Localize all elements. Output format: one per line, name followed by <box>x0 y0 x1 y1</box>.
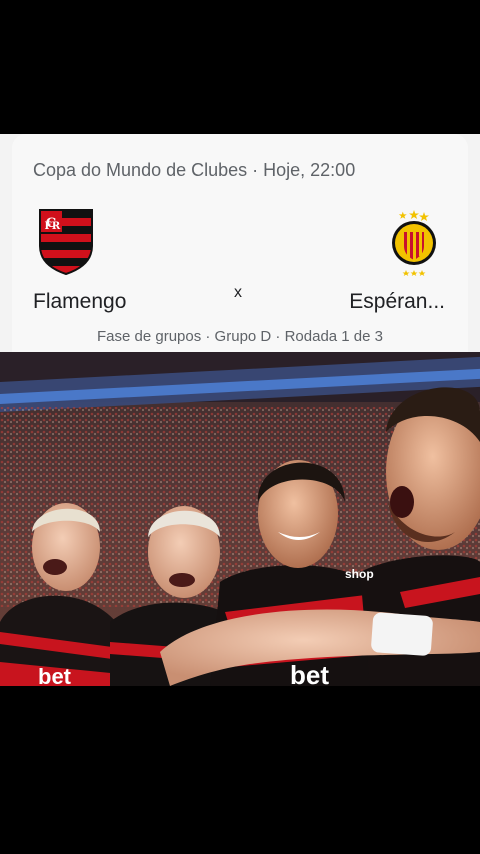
esperance-crest-icon <box>392 210 436 276</box>
jersey-maker-text: shop <box>345 567 374 581</box>
match-card-panel: Copa do Mundo de Clubes · Hoje, 22:00 C … <box>12 134 468 352</box>
svg-text:F: F <box>44 221 51 232</box>
svg-text:R: R <box>52 221 61 232</box>
flamengo-crest-icon: C R F <box>39 209 93 276</box>
jersey-sponsor-text-1: bet <box>38 664 72 686</box>
bottom-letterbox <box>0 686 480 854</box>
stadium-scene-image: bet bet shop <box>0 352 480 686</box>
top-letterbox <box>0 0 480 134</box>
home-team-name: Flamengo <box>33 290 127 313</box>
away-team-name: Espéran... <box>349 290 445 313</box>
players-celebration-photo: bet bet shop <box>0 352 480 686</box>
match-card[interactable]: Copa do Mundo de Clubes · Hoje, 22:00 C … <box>0 134 480 352</box>
competition-header: Copa do Mundo de Clubes · Hoje, 22:00 <box>33 160 356 180</box>
jersey-sponsor-text-2: bet <box>290 660 329 686</box>
stage-info: Fase de grupos · Grupo D · Rodada 1 de 3 <box>97 328 383 345</box>
versus-separator: x <box>234 284 242 301</box>
